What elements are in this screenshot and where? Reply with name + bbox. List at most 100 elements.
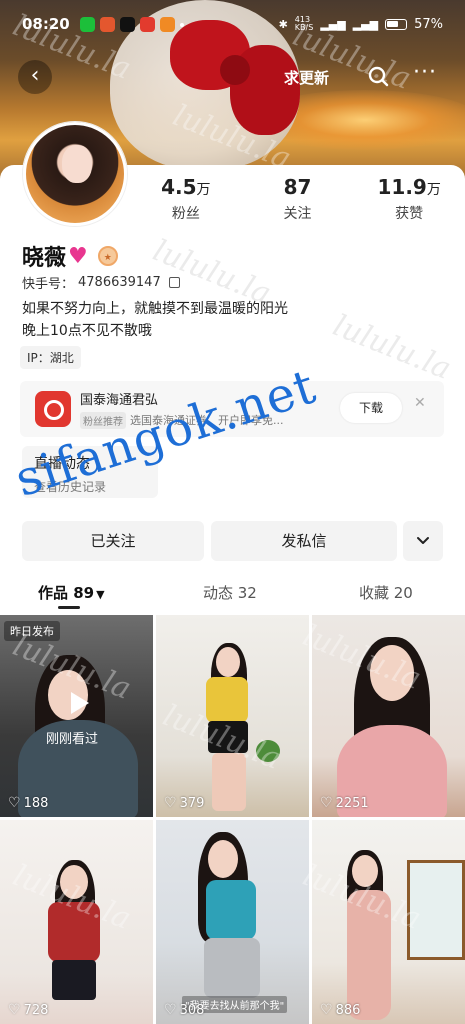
thumbnail-shorts bbox=[208, 721, 248, 753]
video-tile[interactable]: ♡ 2251 bbox=[312, 615, 465, 817]
thumbnail-top bbox=[206, 880, 256, 940]
news-icon bbox=[139, 16, 155, 32]
chevron-down-icon bbox=[417, 537, 429, 544]
recently-watched-label: 刚刚看过 bbox=[46, 732, 99, 747]
notification-icons bbox=[79, 16, 184, 32]
more-options-button[interactable]: ··· bbox=[413, 60, 443, 91]
bluetooth-icon: ✱ bbox=[278, 17, 288, 31]
thumbnail-face bbox=[208, 840, 238, 878]
tiktok-icon bbox=[119, 16, 135, 32]
battery-icon bbox=[385, 18, 408, 30]
thumbnail-top bbox=[206, 677, 248, 723]
pinned-tag: 昨日发布 bbox=[4, 621, 60, 641]
video-tile[interactable]: ♡ 886 bbox=[312, 820, 465, 1024]
search-icon bbox=[368, 66, 389, 87]
kuaishou-id-label: 快手号： bbox=[22, 277, 75, 292]
thumbnail-face bbox=[352, 855, 378, 887]
close-icon[interactable]: ✕ bbox=[414, 395, 426, 411]
tab-favorites[interactable]: 收藏 20 bbox=[359, 582, 413, 603]
send-message-button[interactable]: 发私信 bbox=[211, 521, 397, 561]
tab-works-label: 作品 89 bbox=[38, 584, 95, 602]
like-count-value: 886 bbox=[335, 1002, 361, 1018]
stat-following[interactable]: 87 关注 bbox=[242, 175, 354, 223]
thumbnail-face bbox=[60, 865, 88, 899]
more-dot-icon bbox=[179, 22, 184, 27]
avatar[interactable] bbox=[23, 122, 127, 226]
content-tabs: 作品 89 ▼ 动态 32 收藏 20 bbox=[0, 578, 465, 610]
like-count: ♡ 886 bbox=[320, 1002, 360, 1018]
ad-title: 国泰海通君弘 bbox=[80, 393, 159, 408]
bio-line-1: 如果不努力向上，就触摸不到最温暖的阳光 bbox=[22, 301, 288, 317]
battery-level: 57% bbox=[414, 16, 443, 32]
video-tile[interactable]: ♡ 728 bbox=[0, 820, 153, 1024]
stat-following-label: 关注 bbox=[283, 206, 312, 222]
network-speed: 413 KB/S bbox=[294, 15, 314, 32]
tab-dynamics[interactable]: 动态 32 bbox=[203, 582, 257, 603]
more-dots-icon: ··· bbox=[413, 60, 437, 85]
stat-fans-unit: 万 bbox=[196, 182, 211, 198]
status-bar: 08:20 ✱ 413 KB/S ▂▄▆ ▂▄▆ 57% bbox=[0, 0, 465, 48]
level-badge-icon[interactable]: ★ bbox=[97, 246, 118, 266]
video-grid: 昨日发布 刚刚看过 ♡ 188 ♡ 379 ♡ 2251 ♡ 728 "我要去找从前那个… bbox=[0, 615, 465, 1024]
copy-icon[interactable] bbox=[168, 277, 180, 288]
signal-icon: ▂▄▆ bbox=[320, 17, 346, 31]
stat-likes-unit: 万 bbox=[426, 182, 441, 198]
like-count-value: 188 bbox=[23, 795, 49, 811]
app-icon bbox=[99, 16, 115, 32]
play-icon bbox=[65, 690, 91, 716]
bio-line-2: 晚上10点不见不散哦 bbox=[22, 323, 152, 339]
status-time: 08:20 bbox=[22, 15, 70, 33]
chevron-left-icon: ‹ bbox=[30, 63, 40, 88]
stat-fans[interactable]: 4.5万 粉丝 bbox=[130, 175, 242, 223]
profile-stats: 4.5万 粉丝 87 关注 11.9万 获赞 bbox=[130, 175, 465, 223]
name-row: 晓薇 ♥ ★ bbox=[22, 240, 118, 272]
thumbnail-legs bbox=[212, 753, 246, 811]
app-icon-2 bbox=[159, 16, 175, 32]
status-right: ✱ 413 KB/S ▂▄▆ ▂▄▆ 57% bbox=[279, 16, 443, 32]
like-count-value: 2251 bbox=[335, 795, 369, 811]
like-count: ♡ 2251 bbox=[320, 795, 369, 811]
like-count-value: 308 bbox=[179, 1002, 205, 1018]
like-count: ♡ 308 bbox=[164, 1002, 204, 1018]
stat-likes-label: 获赞 bbox=[395, 206, 424, 222]
thumbnail-plant bbox=[256, 740, 280, 762]
stat-fans-label: 粉丝 bbox=[171, 206, 200, 222]
tab-works[interactable]: 作品 89 ▼ bbox=[38, 582, 105, 603]
avatar-face bbox=[62, 145, 92, 183]
video-tile[interactable]: "我要去找从前那个我" ♡ 308 bbox=[156, 820, 309, 1024]
heart-icon: ♥ bbox=[68, 243, 88, 269]
ad-logo-icon bbox=[35, 391, 71, 427]
top-nav: ‹ 求更新 ··· bbox=[0, 55, 465, 99]
profile-bio: 如果不努力向上，就触摸不到最温暖的阳光 晚上10点不见不散哦 bbox=[22, 298, 288, 342]
kuaishou-id-row: 快手号： 4786639147 bbox=[22, 273, 180, 292]
back-button[interactable]: ‹ bbox=[18, 60, 52, 94]
request-update-button[interactable]: 求更新 bbox=[284, 67, 329, 88]
thumbnail-face bbox=[216, 647, 240, 677]
like-count: ♡ 188 bbox=[8, 795, 48, 811]
caret-down-icon: ▼ bbox=[96, 588, 105, 601]
ad-download-button[interactable]: 下载 bbox=[340, 393, 402, 423]
kuaishou-id: 4786639147 bbox=[78, 275, 161, 290]
like-count: ♡ 379 bbox=[164, 795, 204, 811]
like-count-value: 379 bbox=[179, 795, 205, 811]
stat-likes-number: 11.9 bbox=[377, 175, 427, 199]
heart-outline-icon: ♡ bbox=[8, 1002, 21, 1018]
tab-active-indicator bbox=[58, 606, 80, 609]
heart-outline-icon: ♡ bbox=[8, 795, 21, 811]
ip-location-tag: IP：湖北 bbox=[20, 346, 81, 369]
profile-name: 晓薇 bbox=[22, 246, 67, 271]
video-tile[interactable]: 昨日发布 刚刚看过 ♡ 188 bbox=[0, 615, 153, 817]
like-count-value: 728 bbox=[23, 1002, 49, 1018]
heart-outline-icon: ♡ bbox=[320, 795, 333, 811]
wechat-icon bbox=[79, 16, 95, 32]
stat-likes[interactable]: 11.9万 获赞 bbox=[353, 175, 465, 223]
search-button[interactable] bbox=[365, 63, 393, 91]
heart-outline-icon: ♡ bbox=[164, 795, 177, 811]
thumbnail-skirt bbox=[52, 960, 96, 1000]
expand-button[interactable] bbox=[403, 521, 443, 561]
thumbnail-top bbox=[48, 902, 100, 962]
like-count: ♡ 728 bbox=[8, 1002, 48, 1018]
video-tile[interactable]: ♡ 379 bbox=[156, 615, 309, 817]
following-button[interactable]: 已关注 bbox=[22, 521, 204, 561]
stat-following-number: 87 bbox=[283, 175, 312, 199]
